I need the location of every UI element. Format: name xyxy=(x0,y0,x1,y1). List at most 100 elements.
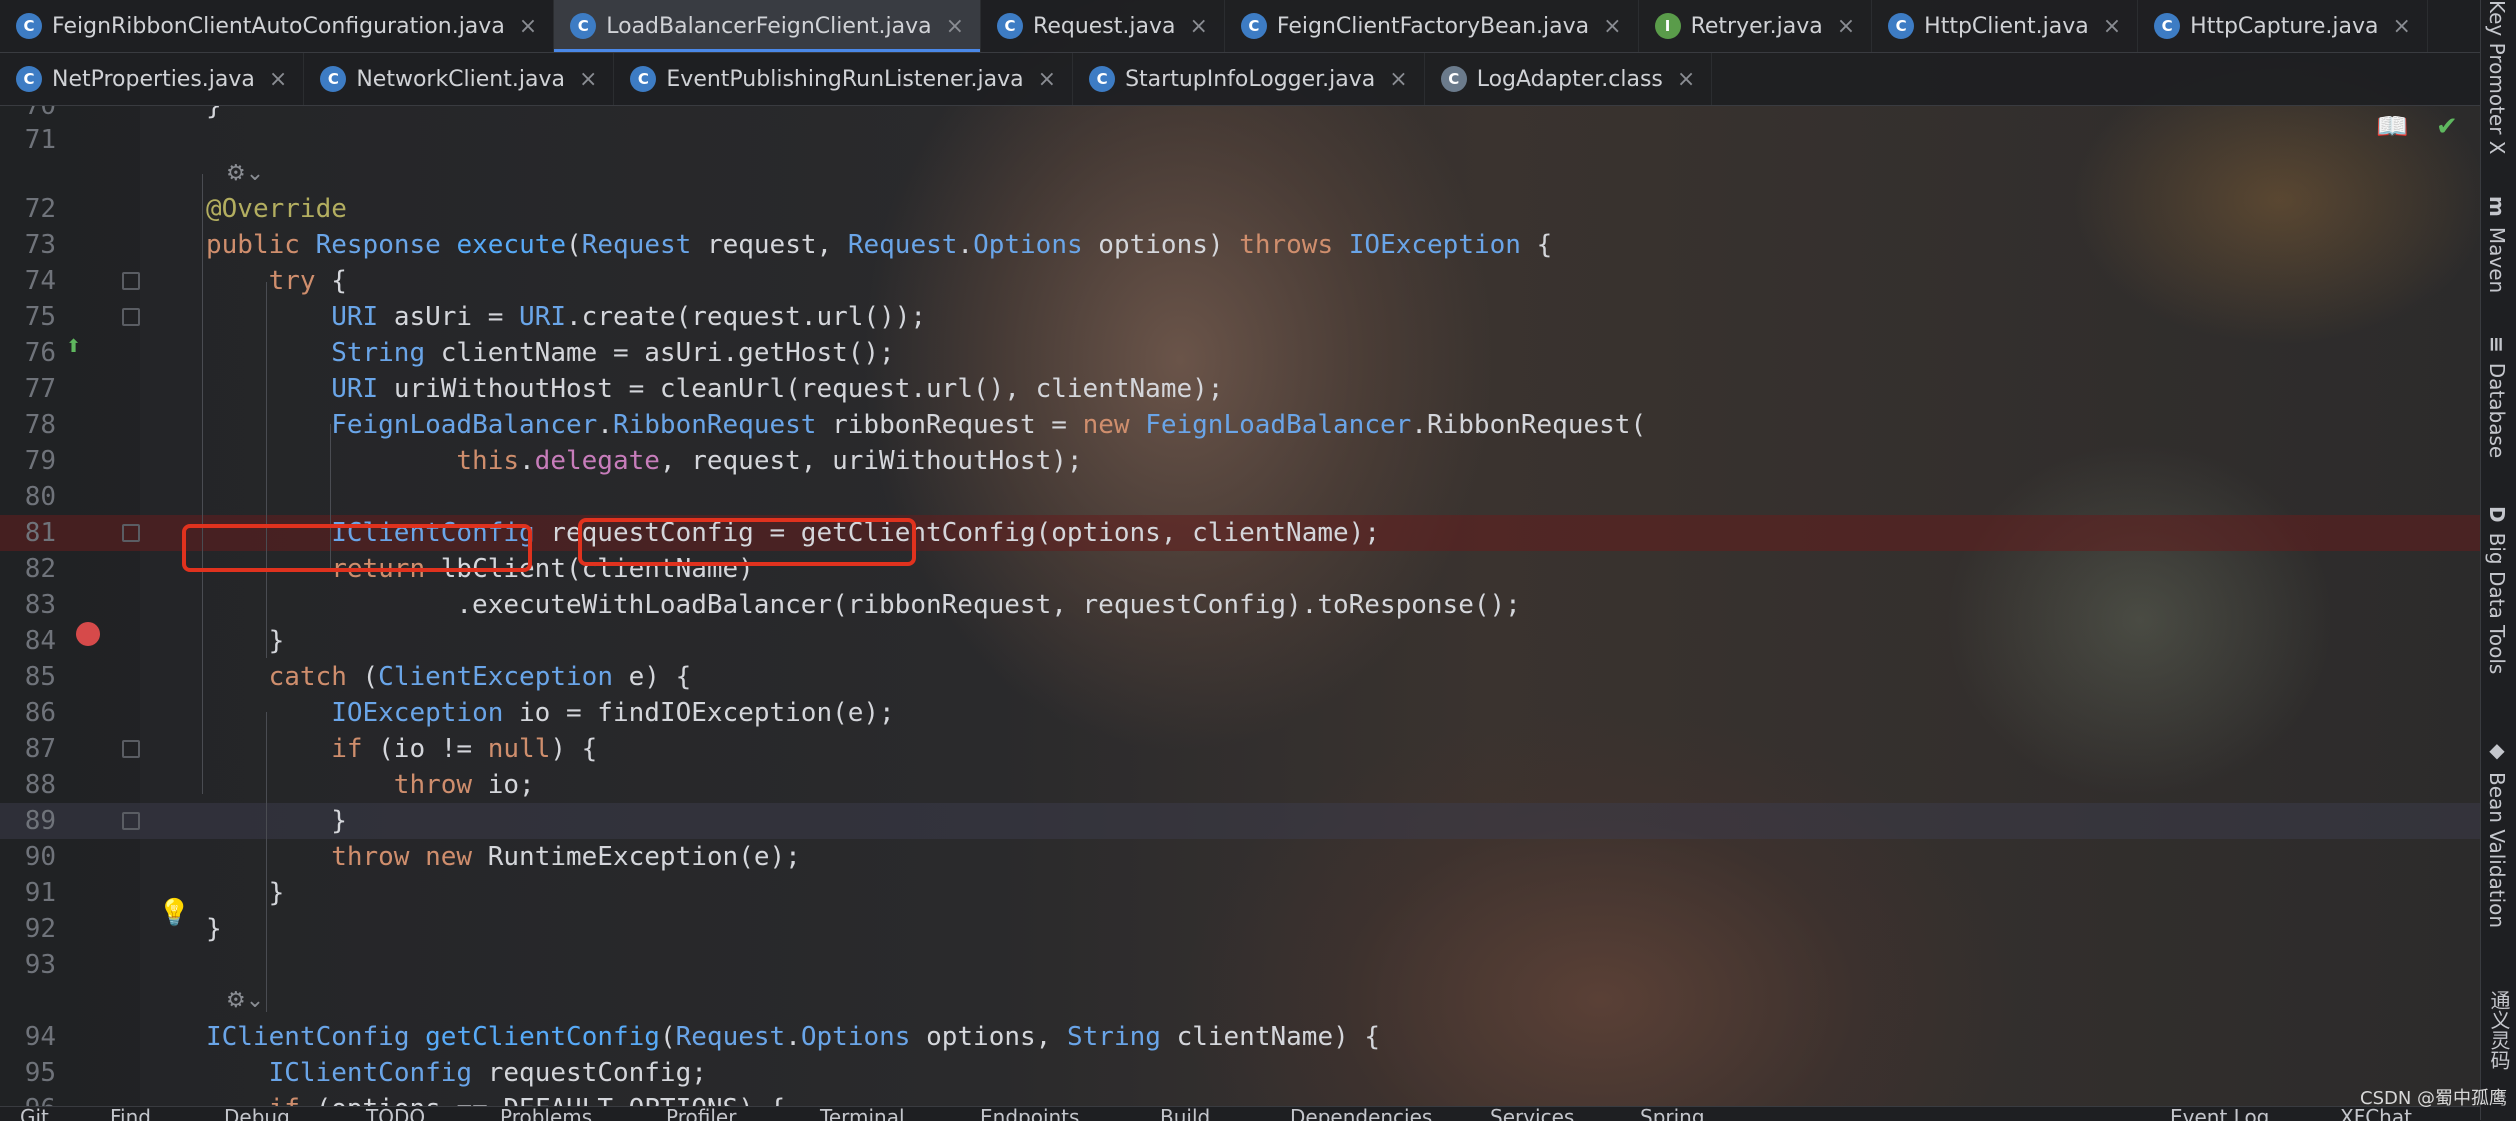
tab-eventpublishingrunlistener-java[interactable]: C EventPublishingRunListener.java × xyxy=(614,53,1074,105)
bottom-tool-profiler[interactable]: Profiler xyxy=(666,1107,736,1121)
code-line[interactable]: ⚙⌄ xyxy=(0,156,2480,192)
line-number[interactable]: 96 xyxy=(0,1091,56,1106)
line-number[interactable]: 92 xyxy=(0,911,56,947)
line-number[interactable]: 71 xyxy=(0,122,56,158)
line-number[interactable]: 72 xyxy=(0,191,56,227)
tool-window-bean-validation[interactable]: ◆ Bean Validation xyxy=(2485,738,2509,928)
code-line[interactable]: 78 FeignLoadBalancer.RibbonRequest ribbon… xyxy=(0,407,2480,443)
line-number[interactable]: 83 xyxy=(0,587,56,623)
fold-marker-icon[interactable] xyxy=(122,308,140,326)
close-icon[interactable]: × xyxy=(2103,14,2121,39)
close-icon[interactable]: × xyxy=(1189,14,1207,39)
bottom-tool-services[interactable]: Services xyxy=(1490,1107,1574,1121)
line-number[interactable]: 73 xyxy=(0,227,56,263)
code-line[interactable]: 84} xyxy=(0,623,2480,659)
tab-netproperties-java[interactable]: C NetProperties.java × xyxy=(0,53,305,105)
line-number[interactable]: 91 xyxy=(0,875,56,911)
code-line[interactable]: 93 xyxy=(0,947,2480,983)
inlay-hint-icon[interactable]: ⚙⌄ xyxy=(226,983,264,1019)
close-icon[interactable]: × xyxy=(579,67,597,92)
fold-marker-icon[interactable] xyxy=(122,272,140,290)
tool-window-maven[interactable]: m Maven xyxy=(2485,196,2509,293)
code-line[interactable]: 94 IClientConfig getClientConfig(Request.… xyxy=(0,1019,2480,1055)
bottom-tool-terminal[interactable]: Terminal xyxy=(820,1107,905,1121)
tab-logadapter-class[interactable]: C LogAdapter.class × xyxy=(1425,53,1713,105)
fold-marker-icon[interactable] xyxy=(122,740,140,758)
line-number[interactable]: 85 xyxy=(0,659,56,695)
code-editor[interactable]: 70} 71 ⚙⌄ 72 @Override 73 public Response exec… xyxy=(0,106,2480,1106)
bottom-tool-git[interactable]: Git xyxy=(20,1107,49,1121)
line-number[interactable]: 93 xyxy=(0,947,56,983)
code-line[interactable]: 77 URI uriWithoutHost = cleanUrl(request.… xyxy=(0,371,2480,407)
bottom-tool-event-log[interactable]: Event Log xyxy=(2170,1107,2269,1121)
tab-feignribbonclientautoconfiguration-java[interactable]: C FeignRibbonClientAutoConfiguration.java… xyxy=(0,0,555,52)
reader-mode-icon[interactable]: 📖 xyxy=(2376,112,2408,142)
line-number[interactable]: 81 xyxy=(0,515,56,551)
code-line[interactable]: 71 xyxy=(0,122,2480,158)
code-line[interactable]: ⚙⌄ xyxy=(0,983,2480,1019)
line-number[interactable]: 90 xyxy=(0,839,56,875)
bottom-tool-find[interactable]: Find xyxy=(110,1107,151,1121)
bottom-tool-debug[interactable]: Debug xyxy=(224,1107,290,1121)
code-line[interactable]: 76 String clientName = asUri.getHost(); xyxy=(0,335,2480,371)
bottom-tool-todo[interactable]: TODO xyxy=(366,1107,425,1121)
close-icon[interactable]: × xyxy=(946,14,964,39)
inlay-hint-icon[interactable]: ⚙⌄ xyxy=(226,156,264,192)
code-line[interactable]: 90 throw new RuntimeException(e); xyxy=(0,839,2480,875)
close-icon[interactable]: × xyxy=(519,14,537,39)
line-number[interactable]: 86 xyxy=(0,695,56,731)
code-line[interactable]: 73 public Response execute(Request reques… xyxy=(0,227,2480,263)
bottom-tool-spring[interactable]: Spring xyxy=(1640,1107,1705,1121)
code-line[interactable]: 88 throw io; xyxy=(0,767,2480,803)
tool-window-key-promoter-x[interactable]: Key Promoter X xyxy=(2485,0,2509,155)
code-line[interactable]: 72 @Override xyxy=(0,191,2480,227)
fold-marker-icon[interactable] xyxy=(122,812,140,830)
code-line[interactable]: 89} xyxy=(0,803,2480,839)
line-number[interactable]: 74 xyxy=(0,263,56,299)
bottom-tool-problems[interactable]: Problems xyxy=(500,1107,592,1121)
code-line[interactable]: 96 if (options == DEFAULT_OPTIONS) { xyxy=(0,1091,2480,1106)
code-line[interactable]: 87 if (io != null) { xyxy=(0,731,2480,767)
line-number[interactable]: 88 xyxy=(0,767,56,803)
close-icon[interactable]: × xyxy=(1603,14,1621,39)
line-number[interactable]: 78 xyxy=(0,407,56,443)
tool-window-database[interactable]: ≡ Database xyxy=(2485,336,2509,458)
line-number[interactable]: 77 xyxy=(0,371,56,407)
code-line[interactable]: 95 IClientConfig requestConfig; xyxy=(0,1055,2480,1091)
tab-networkclient-java[interactable]: C NetworkClient.java × xyxy=(304,53,615,105)
line-number[interactable]: 84 xyxy=(0,623,56,659)
tool-window-big-data-tools[interactable]: D Big Data Tools xyxy=(2485,506,2509,674)
breakpoint-icon[interactable] xyxy=(76,622,100,646)
code-line[interactable]: 86 IOException io = findIOException(e); xyxy=(0,695,2480,731)
tab-feignclientfactorybean-java[interactable]: C FeignClientFactoryBean.java × xyxy=(1225,0,1639,52)
line-number[interactable]: 79 xyxy=(0,443,56,479)
lightbulb-icon[interactable]: 💡 xyxy=(158,898,190,928)
close-icon[interactable]: × xyxy=(1837,14,1855,39)
close-icon[interactable]: × xyxy=(1677,67,1695,92)
code-line[interactable]: 79 this.delegate, request, uriWithoutHost… xyxy=(0,443,2480,479)
tab-request-java[interactable]: C Request.java × xyxy=(981,0,1225,52)
code-line[interactable]: 85 catch (ClientException e) { xyxy=(0,659,2480,695)
line-number[interactable]: 75 xyxy=(0,299,56,335)
tab-httpclient-java[interactable]: C HttpClient.java × xyxy=(1872,0,2139,52)
tool-window-lingma[interactable]: 通义灵码 xyxy=(2485,990,2514,1070)
tab-retryer-java[interactable]: I Retryer.java × xyxy=(1639,0,1873,52)
close-icon[interactable]: × xyxy=(269,67,287,92)
close-icon[interactable]: × xyxy=(1389,67,1407,92)
line-number[interactable]: 82 xyxy=(0,551,56,587)
bottom-tool-build[interactable]: Build xyxy=(1160,1107,1210,1121)
code-line[interactable]: 92} xyxy=(0,911,2480,947)
close-icon[interactable]: × xyxy=(1038,67,1056,92)
line-number[interactable]: 87 xyxy=(0,731,56,767)
line-number[interactable]: 95 xyxy=(0,1055,56,1091)
code-line[interactable]: 75 URI asUri = URI.create(request.url()); xyxy=(0,299,2480,335)
tab-startupinfologger-java[interactable]: C StartupInfoLogger.java × xyxy=(1073,53,1425,105)
line-number[interactable]: 80 xyxy=(0,479,56,515)
line-number[interactable]: 89 xyxy=(0,803,56,839)
bottom-tool-dependencies[interactable]: Dependencies xyxy=(1290,1107,1432,1121)
code-line[interactable]: 80 xyxy=(0,479,2480,515)
override-method-icon[interactable]: ⬆ xyxy=(66,336,81,357)
inspections-ok-icon[interactable]: ✔ xyxy=(2436,112,2458,142)
code-line[interactable]: 91} xyxy=(0,875,2480,911)
tab-httpcapture-java[interactable]: C HttpCapture.java × xyxy=(2138,0,2428,52)
